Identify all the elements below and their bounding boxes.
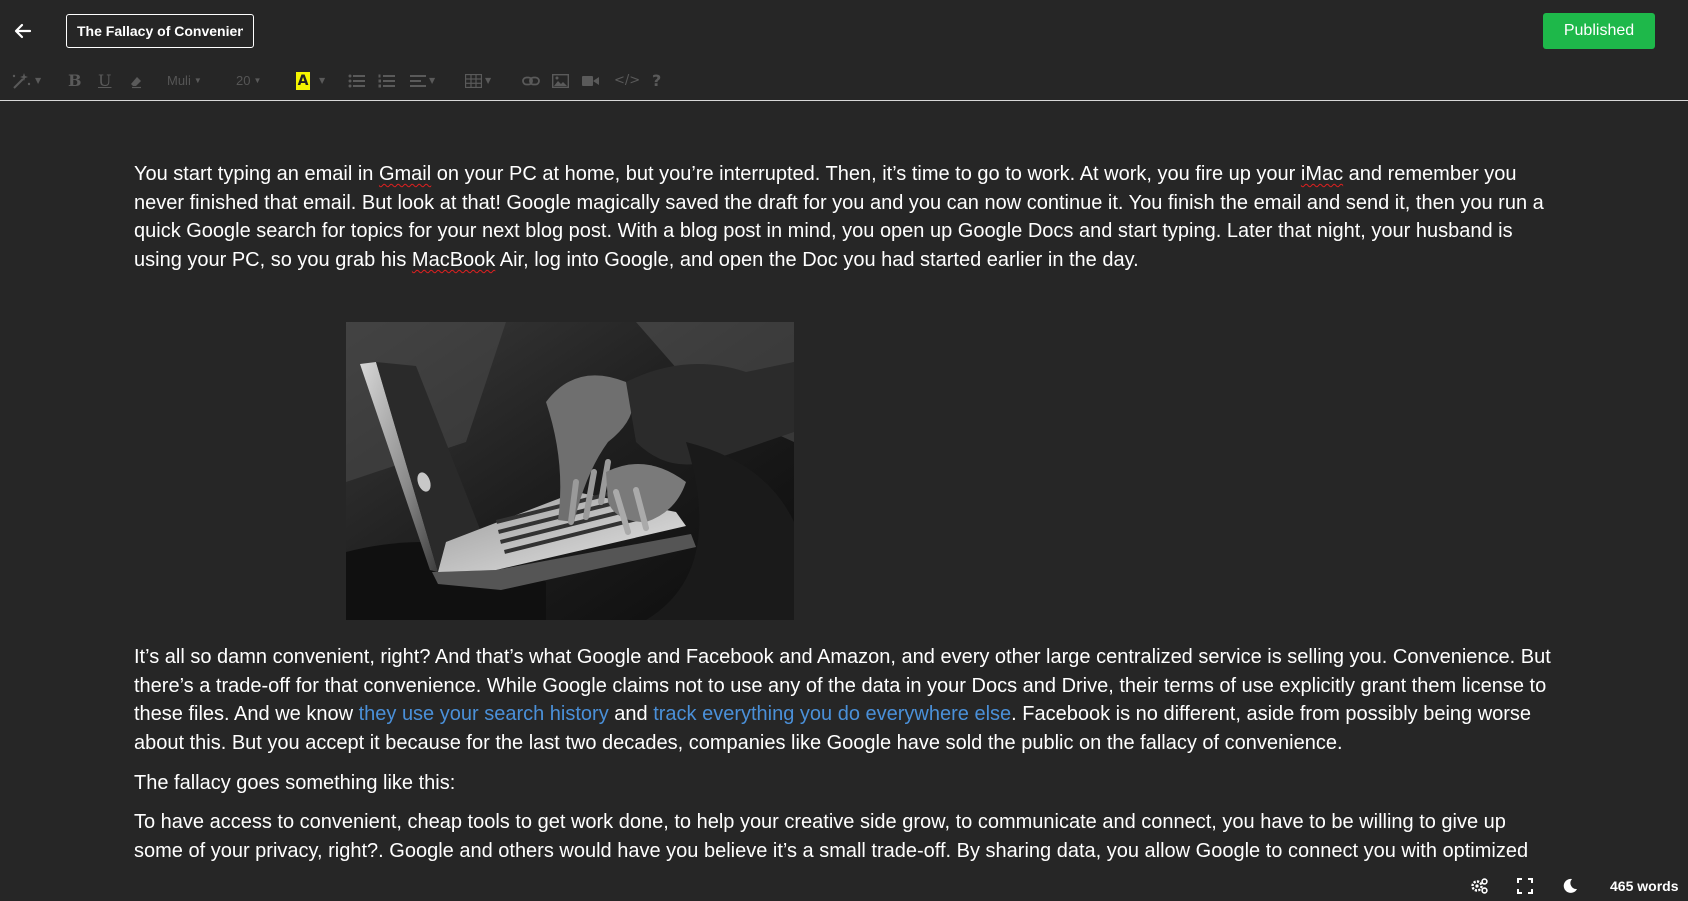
settings-icon (1471, 878, 1488, 894)
fullscreen-button[interactable] (1516, 877, 1536, 895)
dark-mode-toggle[interactable] (1561, 877, 1581, 895)
magic-wand-button[interactable]: ▼ (10, 70, 41, 92)
title-input[interactable] (66, 14, 254, 48)
published-button[interactable]: Published (1543, 13, 1655, 49)
font-family-value: Muli (167, 73, 191, 88)
paragraph-2: It’s all so damn convenient, right? And … (134, 643, 1554, 757)
moon-icon (1563, 878, 1577, 893)
align-left-icon (410, 75, 426, 87)
text-run: and (608, 703, 654, 726)
word-count: 465 words (1610, 878, 1679, 894)
font-size-select[interactable]: 20 ▼ (236, 70, 261, 92)
laptop-photo[interactable] (346, 322, 794, 620)
paragraph-4: To have access to convenient, cheap tool… (134, 811, 1529, 862)
top-bar: Published (0, 0, 1688, 62)
eraser-icon (131, 77, 141, 89)
numbered-list-button[interactable] (378, 70, 395, 92)
paragraph-1: You start typing an email in Gmail on yo… (134, 160, 1554, 274)
arrow-left-icon (14, 23, 32, 39)
numbered-list-icon (378, 74, 395, 88)
bullet-list-button[interactable] (348, 70, 365, 92)
underline-button[interactable]: U (98, 70, 111, 92)
align-button[interactable]: ▼ (410, 70, 435, 92)
chevron-down-icon: ▼ (193, 76, 202, 85)
help-button[interactable]: ? (652, 70, 661, 92)
chevron-down-icon: ▼ (429, 76, 436, 85)
link-track-everything[interactable]: track everything you do everywhere else (653, 703, 1011, 725)
image-icon (552, 74, 569, 88)
chevron-down-icon: ▼ (485, 76, 492, 85)
table-icon (465, 74, 482, 88)
formatting-toolbar: ▼ B U Muli ▼ 20 ▼ A ▼ ▼ ▼ </> ? (0, 62, 1688, 101)
back-button[interactable] (12, 20, 34, 42)
text-run: You start typing an email in (134, 163, 379, 185)
link-icon (522, 76, 540, 86)
bullet-list-icon (348, 74, 365, 88)
code-view-button[interactable]: </> (614, 70, 640, 92)
clear-format-button[interactable] (128, 70, 144, 92)
misspelled-word: iMac (1300, 163, 1344, 185)
table-button[interactable]: ▼ (465, 70, 491, 92)
settings-button[interactable] (1469, 877, 1489, 895)
paragraph-3: The fallacy goes something like this: (134, 772, 456, 794)
insert-image-button[interactable] (552, 70, 569, 92)
misspelled-word: Gmail (378, 163, 432, 185)
chevron-down-icon: ▼ (35, 76, 42, 85)
highlight-icon: A (296, 72, 310, 90)
chevron-down-icon: ▼ (319, 76, 326, 85)
magic-wand-icon (12, 73, 31, 89)
insert-link-button[interactable] (522, 70, 540, 92)
text-run: Air, log into Google, and open the Doc y… (495, 248, 1139, 271)
font-size-value: 20 (236, 73, 251, 88)
insert-video-button[interactable] (582, 70, 599, 92)
chevron-down-icon: ▼ (253, 76, 262, 85)
fullscreen-icon (1517, 878, 1533, 894)
status-bar: 465 words (0, 872, 1688, 901)
video-icon (582, 76, 599, 86)
misspelled-word: MacBook (411, 248, 496, 271)
font-family-select[interactable]: Muli ▼ (167, 70, 202, 92)
highlight-color-button[interactable]: A ▼ (296, 70, 325, 92)
text-run: on your PC at home, but you’re interrupt… (431, 163, 1301, 185)
link-search-history[interactable]: they use your search history (359, 703, 609, 725)
laptop-image (346, 322, 794, 620)
bold-button[interactable]: B (68, 70, 82, 92)
